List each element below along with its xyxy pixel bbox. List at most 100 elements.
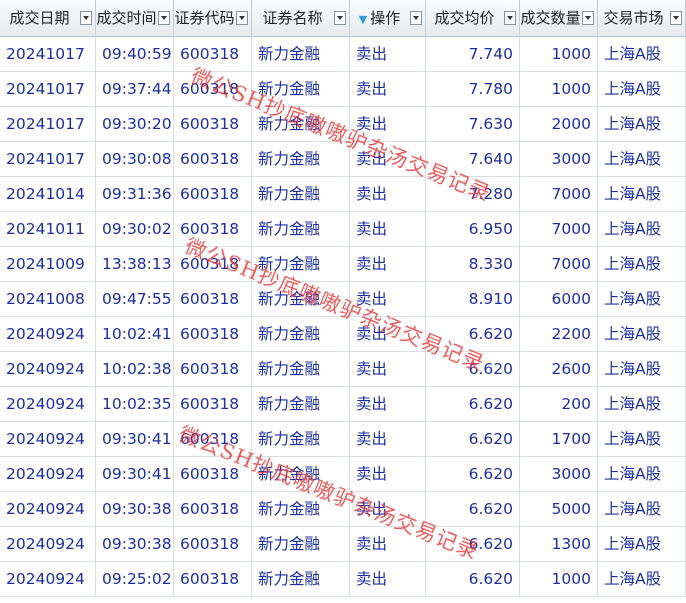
table-row[interactable]: 20240924 09:30:41 600318 新力金融 卖出 6.620 1700 上海A… — [0, 422, 686, 457]
table-cell: 6.620 — [426, 422, 520, 456]
column-header-label: 交易市场 — [603, 9, 664, 27]
dropdown-filter-icon[interactable] — [504, 11, 516, 25]
table-cell: 上海A股 — [598, 492, 686, 526]
table-row[interactable]: 20241017 09:40:59 600318 新力金融 卖出 7.740 1000 上海A… — [0, 37, 686, 72]
table-cell: 09:40:59 — [96, 37, 174, 71]
table-cell: 1000 — [520, 562, 598, 596]
table-header: 成交日期 成交时间 证券代码 证券名称 ▼ 操作 成交均价 成交数量 交易市场 — [0, 0, 686, 37]
table-cell: 上海A股 — [598, 247, 686, 281]
table-cell: 上海A股 — [598, 352, 686, 386]
table-cell: 20240924 — [0, 527, 96, 561]
table-cell: 上海A股 — [598, 422, 686, 456]
table-row[interactable]: 20240924 09:30:38 600318 新力金融 卖出 6.620 1300 上海A… — [0, 527, 686, 562]
table-cell: 上海A股 — [598, 212, 686, 246]
table-cell: 上海A股 — [598, 527, 686, 561]
column-header[interactable]: 成交日期 — [0, 0, 96, 37]
table-row[interactable]: 20240924 09:25:02 600318 新力金融 卖出 6.620 1000 上海A… — [0, 562, 686, 597]
column-header-label: 成交时间 — [96, 9, 157, 27]
table-cell: 6.620 — [426, 562, 520, 596]
table-cell: 新力金融 — [252, 37, 350, 71]
column-header-label: 操作 — [370, 9, 401, 27]
table-cell: 6.620 — [426, 527, 520, 561]
table-cell: 1000 — [520, 72, 598, 106]
column-header[interactable]: 成交数量 — [520, 0, 598, 37]
table-cell: 10:02:38 — [96, 352, 174, 386]
table-cell: 7000 — [520, 247, 598, 281]
table-cell: 13:38:13 — [96, 247, 174, 281]
table-row[interactable]: 20240924 09:30:41 600318 新力金融 卖出 6.620 3000 上海A… — [0, 457, 686, 492]
table-cell: 10:02:35 — [96, 387, 174, 421]
dropdown-filter-icon[interactable] — [582, 11, 594, 25]
table-cell: 09:30:41 — [96, 422, 174, 456]
table-cell: 600318 — [174, 72, 252, 106]
table-cell: 3000 — [520, 457, 598, 491]
table-row[interactable]: 20241011 09:30:02 600318 新力金融 卖出 6.950 7000 上海A… — [0, 212, 686, 247]
table-row[interactable]: 20241014 09:31:36 600318 新力金融 卖出 7.280 7000 上海A… — [0, 177, 686, 212]
table-cell: 7.280 — [426, 177, 520, 211]
table-cell: 600318 — [174, 37, 252, 71]
table-cell: 20241008 — [0, 282, 96, 316]
dropdown-filter-icon[interactable] — [410, 11, 422, 25]
table-row[interactable]: 20241017 09:30:08 600318 新力金融 卖出 7.640 3000 上海A… — [0, 142, 686, 177]
sort-descending-icon: ▼ — [358, 13, 368, 26]
table-cell: 20240924 — [0, 352, 96, 386]
table-cell: 3000 — [520, 142, 598, 176]
table-row[interactable]: 20241017 09:30:20 600318 新力金融 卖出 7.630 2000 上海A… — [0, 107, 686, 142]
table-cell: 09:30:38 — [96, 527, 174, 561]
table-row[interactable]: 20240924 09:30:38 600318 新力金融 卖出 6.620 5000 上海A… — [0, 492, 686, 527]
dropdown-filter-icon[interactable] — [158, 11, 170, 25]
table-cell: 600318 — [174, 527, 252, 561]
column-header[interactable]: 成交时间 — [96, 0, 174, 37]
table-cell: 6.620 — [426, 457, 520, 491]
column-header-label: 成交均价 — [434, 9, 495, 27]
table-cell: 09:37:44 — [96, 72, 174, 106]
column-header[interactable]: ▼ 操作 — [350, 0, 426, 37]
table-cell: 10:02:41 — [96, 317, 174, 351]
table-cell: 20241017 — [0, 37, 96, 71]
table-cell: 09:30:08 — [96, 142, 174, 176]
column-header[interactable]: 成交均价 — [426, 0, 520, 37]
table-cell: 卖出 — [350, 562, 426, 596]
table-cell: 上海A股 — [598, 142, 686, 176]
table-cell: 6.620 — [426, 352, 520, 386]
table-cell: 新力金融 — [252, 177, 350, 211]
table-cell: 上海A股 — [598, 107, 686, 141]
column-header[interactable]: 证券代码 — [174, 0, 252, 37]
dropdown-filter-icon[interactable] — [334, 11, 346, 25]
table-row[interactable]: 20241008 09:47:55 600318 新力金融 卖出 8.910 6000 上海A… — [0, 282, 686, 317]
table-cell: 09:30:41 — [96, 457, 174, 491]
table-row[interactable]: 20240924 10:02:35 600318 新力金融 卖出 6.620 200 上海A股 — [0, 387, 686, 422]
table-cell: 上海A股 — [598, 387, 686, 421]
table-row[interactable]: 20241009 13:38:13 600318 新力金融 卖出 8.330 7000 上海A… — [0, 247, 686, 282]
table-cell: 新力金融 — [252, 247, 350, 281]
table-cell: 新力金融 — [252, 212, 350, 246]
table-cell: 09:25:02 — [96, 562, 174, 596]
table-cell: 卖出 — [350, 72, 426, 106]
table-cell: 卖出 — [350, 527, 426, 561]
column-header[interactable]: 证券名称 — [252, 0, 350, 37]
table-row[interactable]: 20240924 10:02:38 600318 新力金融 卖出 6.620 2600 上海A… — [0, 352, 686, 387]
table-cell: 2200 — [520, 317, 598, 351]
dropdown-filter-icon[interactable] — [80, 11, 92, 25]
dropdown-filter-icon[interactable] — [670, 11, 682, 25]
table-cell: 20240924 — [0, 457, 96, 491]
table-cell: 7.740 — [426, 37, 520, 71]
column-header[interactable]: 交易市场 — [598, 0, 686, 37]
table-cell: 上海A股 — [598, 562, 686, 596]
table-row[interactable]: 20241017 09:37:44 600318 新力金融 卖出 7.780 1000 上海A… — [0, 72, 686, 107]
table-cell: 600318 — [174, 247, 252, 281]
table-cell: 卖出 — [350, 142, 426, 176]
table-cell: 20240924 — [0, 492, 96, 526]
dropdown-filter-icon[interactable] — [236, 11, 248, 25]
table-cell: 1300 — [520, 527, 598, 561]
table-row[interactable]: 20240924 10:02:41 600318 新力金融 卖出 6.620 2200 上海A… — [0, 317, 686, 352]
table-cell: 20241017 — [0, 72, 96, 106]
table-cell: 卖出 — [350, 177, 426, 211]
table-cell: 7.630 — [426, 107, 520, 141]
table-cell: 20241009 — [0, 247, 96, 281]
table-cell: 6.620 — [426, 387, 520, 421]
table-cell: 新力金融 — [252, 142, 350, 176]
table-cell: 20241014 — [0, 177, 96, 211]
table-cell: 600318 — [174, 562, 252, 596]
table-cell: 20241017 — [0, 107, 96, 141]
